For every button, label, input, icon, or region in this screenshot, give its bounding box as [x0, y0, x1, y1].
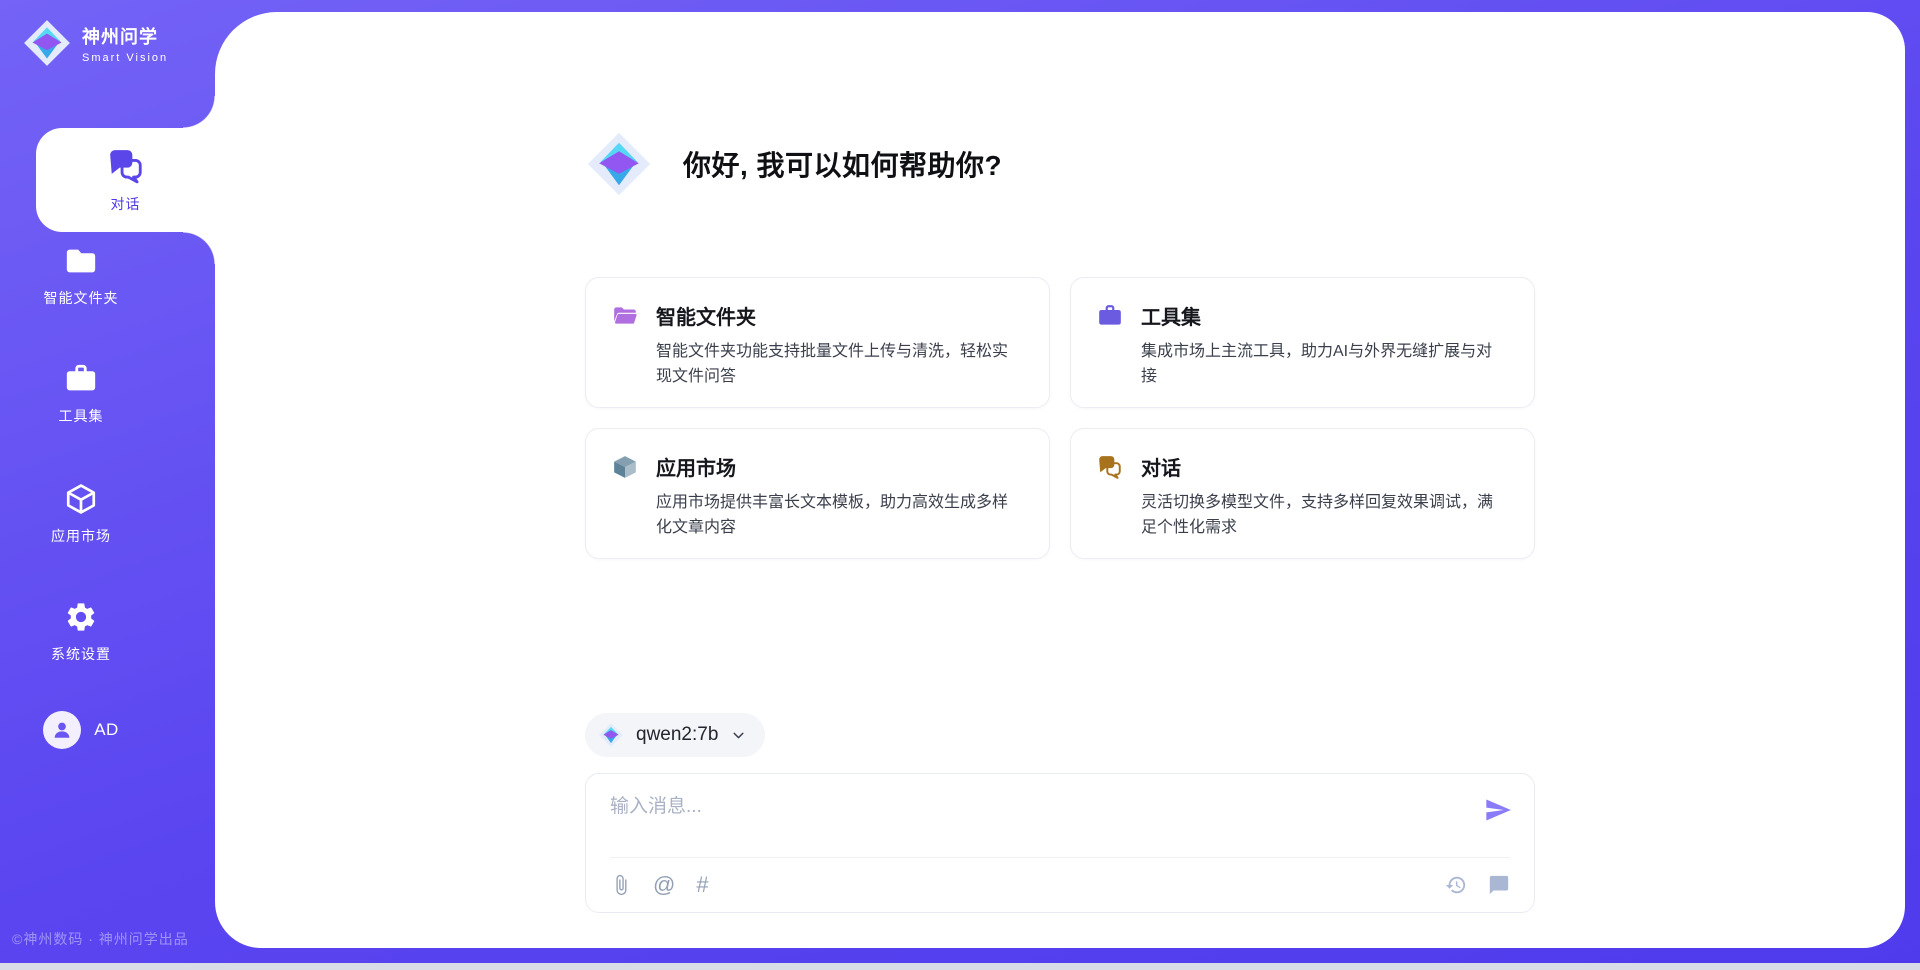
card-desc: 灵活切换多模型文件，支持多样回复效果调试，满足个性化需求: [1141, 491, 1508, 541]
mention-icon[interactable]: @: [653, 874, 675, 896]
user-menu[interactable]: AD: [0, 711, 162, 749]
brand-name-cn: 神州问学: [82, 23, 168, 49]
chevron-down-icon[interactable]: [730, 727, 747, 744]
sidebar-item-label: 对话: [111, 194, 141, 214]
sidebar-item-app-market[interactable]: 应用市场: [0, 482, 162, 546]
blob-curve-bottom: [183, 232, 215, 264]
cube-icon: [612, 454, 638, 480]
briefcase-icon: [64, 362, 98, 396]
gear-icon: [64, 600, 98, 634]
feature-cards: 智能文件夹 智能文件夹功能支持批量文件上传与清洗，轻松实现文件问答 工具集 集成…: [585, 277, 1535, 559]
sidebar: 神州问学 Smart Vision 对话 智能文件夹 工具集 应用市场 系统设置…: [0, 0, 215, 970]
card-title: 对话: [1141, 452, 1508, 481]
sidebar-item-label: 系统设置: [51, 644, 111, 664]
composer: @ #: [585, 773, 1535, 913]
history-icon[interactable]: [1445, 874, 1467, 896]
hash-icon[interactable]: #: [696, 874, 708, 896]
card-title: 应用市场: [656, 452, 1023, 481]
folder-open-icon: [612, 303, 638, 329]
blob-curve-top: [183, 96, 215, 128]
card-desc: 智能文件夹功能支持批量文件上传与清洗，轻松实现文件问答: [656, 340, 1023, 390]
main-content: 你好, 我可以如何帮助你? 智能文件夹 智能文件夹功能支持批量文件上传与清洗，轻…: [585, 12, 1535, 948]
sidebar-item-chat[interactable]: 对话: [36, 128, 215, 232]
avatar: [43, 711, 81, 749]
card-smart-folder[interactable]: 智能文件夹 智能文件夹功能支持批量文件上传与清洗，轻松实现文件问答: [585, 277, 1050, 408]
sidebar-item-label: 工具集: [59, 406, 104, 426]
quick-phrase-icon[interactable]: [1488, 874, 1510, 896]
send-icon: [1484, 796, 1512, 824]
greeting-title: 你好, 我可以如何帮助你?: [683, 144, 1002, 184]
folder-icon: [64, 244, 98, 278]
composer-toolbar: @ #: [610, 858, 1510, 912]
card-toolset[interactable]: 工具集 集成市场上主流工具，助力AI与外界无缝扩展与对接: [1070, 277, 1535, 408]
send-button[interactable]: [1484, 796, 1512, 824]
card-chat[interactable]: 对话 灵活切换多模型文件，支持多样回复效果调试，满足个性化需求: [1070, 428, 1535, 559]
chat-icon: [107, 147, 145, 185]
card-title: 工具集: [1141, 301, 1508, 330]
card-desc: 应用市场提供丰富长文本模板，助力高效生成多样化文章内容: [656, 491, 1023, 541]
main-panel: 你好, 我可以如何帮助你? 智能文件夹 智能文件夹功能支持批量文件上传与清洗，轻…: [215, 12, 1905, 948]
greeting: 你好, 我可以如何帮助你?: [585, 130, 1002, 198]
card-desc: 集成市场上主流工具，助力AI与外界无缝扩展与对接: [1141, 340, 1508, 390]
sidebar-footer: ©神州数码 · 神州问学出品: [12, 929, 189, 949]
sidebar-item-smart-folder[interactable]: 智能文件夹: [0, 244, 162, 308]
sidebar-item-label: 应用市场: [51, 526, 111, 546]
attachment-icon[interactable]: [610, 874, 632, 896]
model-gem-icon: [598, 722, 624, 748]
sidebar-item-toolset[interactable]: 工具集: [0, 362, 162, 426]
sidebar-item-settings[interactable]: 系统设置: [0, 600, 162, 664]
message-input[interactable]: [610, 791, 1460, 849]
model-selector[interactable]: qwen2:7b: [585, 713, 765, 757]
card-app-market[interactable]: 应用市场 应用市场提供丰富长文本模板，助力高效生成多样化文章内容: [585, 428, 1050, 559]
chat-icon: [1097, 454, 1123, 480]
user-name: AD: [94, 720, 119, 740]
brand-gem-icon: [585, 130, 653, 198]
person-icon: [51, 719, 73, 741]
card-title: 智能文件夹: [656, 301, 1023, 330]
brand-logo: 神州问学 Smart Vision: [22, 18, 168, 68]
cube-icon: [64, 482, 98, 516]
brand-name-en: Smart Vision: [82, 52, 168, 64]
bottom-strip: [0, 963, 1920, 970]
brand-gem-icon: [22, 18, 72, 68]
model-label: qwen2:7b: [636, 724, 718, 746]
sidebar-item-label: 智能文件夹: [44, 288, 119, 308]
briefcase-icon: [1097, 303, 1123, 329]
